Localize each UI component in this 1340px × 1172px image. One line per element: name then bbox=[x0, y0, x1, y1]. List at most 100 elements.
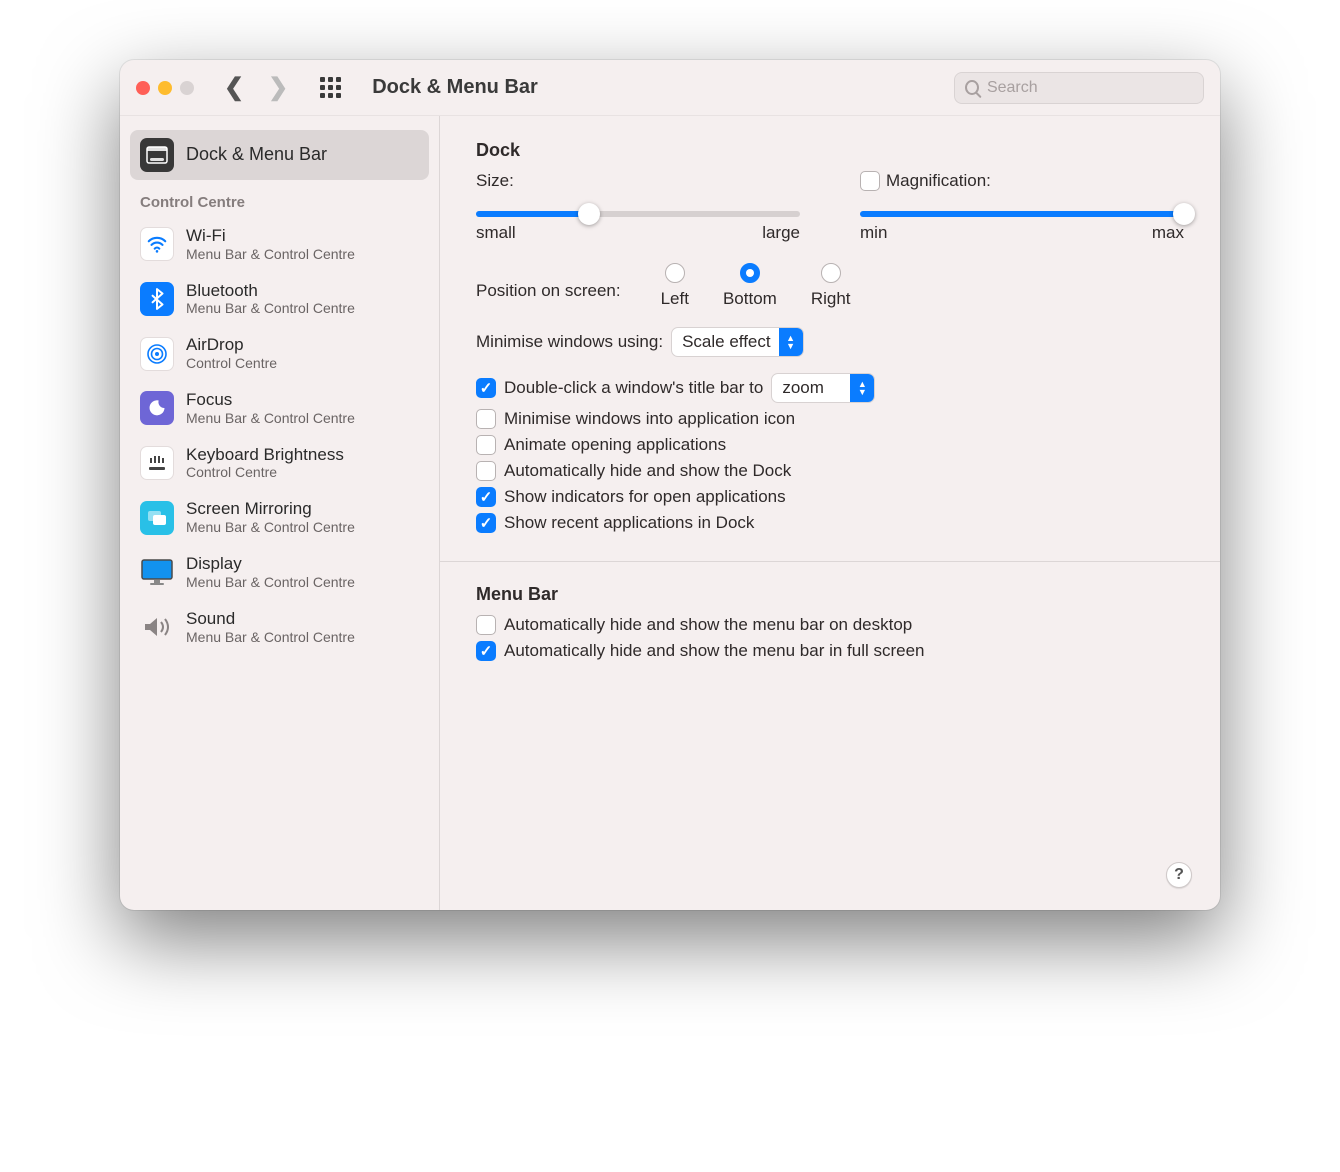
sidebar-item-bluetooth[interactable]: BluetoothMenu Bar & Control Centre bbox=[130, 272, 429, 327]
radio-button[interactable] bbox=[665, 263, 685, 283]
airdrop-icon bbox=[140, 337, 174, 371]
sidebar-item-airdrop[interactable]: AirDropControl Centre bbox=[130, 326, 429, 381]
bluetooth-icon bbox=[140, 282, 174, 316]
sidebar-item-display[interactable]: DisplayMenu Bar & Control Centre bbox=[130, 545, 429, 600]
dock-option-row: Show indicators for open applications bbox=[476, 487, 1184, 507]
sidebar-item-subtitle: Menu Bar & Control Centre bbox=[186, 410, 355, 426]
help-button[interactable]: ? bbox=[1166, 862, 1192, 888]
option-label: Automatically hide and show the menu bar… bbox=[504, 615, 912, 635]
back-button[interactable]: ❮ bbox=[224, 73, 244, 102]
sidebar-section-header: Control Centre bbox=[130, 180, 429, 217]
option-label: Automatically hide and show the menu bar… bbox=[504, 641, 925, 661]
checkbox[interactable] bbox=[476, 487, 496, 507]
option-label: Show recent applications in Dock bbox=[504, 513, 754, 533]
search-icon bbox=[965, 80, 979, 95]
magnification-label: Magnification: bbox=[886, 171, 991, 191]
sidebar-item-sound[interactable]: SoundMenu Bar & Control Centre bbox=[130, 600, 429, 655]
sidebar-item-title: Focus bbox=[186, 391, 355, 410]
mirror-icon bbox=[140, 501, 174, 535]
sidebar-item-title: AirDrop bbox=[186, 336, 277, 355]
minimize-button[interactable] bbox=[158, 81, 172, 95]
size-max-label: large bbox=[762, 223, 800, 243]
checkbox[interactable] bbox=[476, 435, 496, 455]
option-label: Animate opening applications bbox=[504, 435, 726, 455]
checkbox[interactable] bbox=[476, 641, 496, 661]
close-button[interactable] bbox=[136, 81, 150, 95]
window-title: Dock & Menu Bar bbox=[372, 76, 538, 99]
sidebar-item-dock-menu-bar[interactable]: Dock & Menu Bar bbox=[130, 130, 429, 180]
menubar-option-row: Automatically hide and show the menu bar… bbox=[476, 615, 1184, 635]
checkbox[interactable] bbox=[476, 513, 496, 533]
size-slider-block: Size: small large bbox=[476, 171, 800, 243]
radio-label: Bottom bbox=[723, 289, 777, 309]
radio-button[interactable] bbox=[740, 263, 760, 283]
magnification-min-label: min bbox=[860, 223, 887, 243]
dock-section-title: Dock bbox=[476, 140, 1184, 161]
size-slider-thumb[interactable] bbox=[578, 203, 600, 225]
sidebar-item-title: Bluetooth bbox=[186, 282, 355, 301]
sidebar: Dock & Menu Bar Control Centre Wi-FiMenu… bbox=[120, 116, 440, 910]
sidebar-item-label: Dock & Menu Bar bbox=[186, 145, 327, 165]
sidebar-item-screen-mirroring[interactable]: Screen MirroringMenu Bar & Control Centr… bbox=[130, 490, 429, 545]
checkbox[interactable] bbox=[476, 615, 496, 635]
checkbox[interactable] bbox=[476, 461, 496, 481]
position-label: Position on screen: bbox=[476, 263, 621, 301]
sidebar-item-title: Keyboard Brightness bbox=[186, 446, 344, 465]
window-controls bbox=[136, 81, 194, 95]
sidebar-item-keyboard-brightness[interactable]: Keyboard BrightnessControl Centre bbox=[130, 436, 429, 491]
sidebar-item-subtitle: Menu Bar & Control Centre bbox=[186, 300, 355, 316]
titlebar: ❮ ❯ Dock & Menu Bar bbox=[120, 60, 1220, 116]
sidebar-item-title: Display bbox=[186, 555, 355, 574]
focus-icon bbox=[140, 391, 174, 425]
sidebar-item-focus[interactable]: FocusMenu Bar & Control Centre bbox=[130, 381, 429, 436]
sidebar-item-title: Sound bbox=[186, 610, 355, 629]
minimise-using-select[interactable]: Scale effect ▲▼ bbox=[671, 327, 804, 357]
magnification-max-label: max bbox=[1152, 223, 1184, 243]
sidebar-item-subtitle: Control Centre bbox=[186, 464, 344, 480]
zoom-button[interactable] bbox=[180, 81, 194, 95]
sidebar-item-subtitle: Menu Bar & Control Centre bbox=[186, 246, 355, 262]
magnification-checkbox[interactable] bbox=[860, 171, 880, 191]
dock-option-row: Minimise windows into application icon bbox=[476, 409, 1184, 429]
show-all-preferences-button[interactable] bbox=[320, 77, 342, 99]
double-click-select[interactable]: zoom ▲▼ bbox=[771, 373, 875, 403]
menubar-section-title: Menu Bar bbox=[476, 584, 1184, 605]
search-input[interactable] bbox=[987, 79, 1193, 97]
radio-label: Right bbox=[811, 289, 851, 309]
magnification-slider-block: Magnification: min max bbox=[860, 171, 1184, 243]
sidebar-item-wi-fi[interactable]: Wi-FiMenu Bar & Control Centre bbox=[130, 217, 429, 272]
sidebar-item-subtitle: Control Centre bbox=[186, 355, 277, 371]
checkbox[interactable] bbox=[476, 409, 496, 429]
sidebar-item-title: Screen Mirroring bbox=[186, 500, 355, 519]
preferences-window: ❮ ❯ Dock & Menu Bar Dock & Menu Bar Cont… bbox=[120, 60, 1220, 910]
display-icon bbox=[140, 555, 174, 589]
position-option-right[interactable]: Right bbox=[811, 263, 851, 309]
dock-option-row: Show recent applications in Dock bbox=[476, 513, 1184, 533]
position-option-bottom[interactable]: Bottom bbox=[723, 263, 777, 309]
double-click-value: zoom bbox=[782, 378, 842, 398]
magnification-slider-thumb[interactable] bbox=[1173, 203, 1195, 225]
sidebar-item-subtitle: Menu Bar & Control Centre bbox=[186, 574, 355, 590]
magnification-slider[interactable] bbox=[860, 211, 1184, 217]
sidebar-item-title: Wi-Fi bbox=[186, 227, 355, 246]
wifi-icon bbox=[140, 227, 174, 261]
search-field[interactable] bbox=[954, 72, 1204, 104]
double-click-checkbox[interactable] bbox=[476, 378, 496, 398]
radio-label: Left bbox=[661, 289, 689, 309]
stepper-icon: ▲▼ bbox=[779, 328, 803, 356]
dock-option-row: Automatically hide and show the Dock bbox=[476, 461, 1184, 481]
size-slider[interactable] bbox=[476, 211, 800, 217]
menubar-option-row: Automatically hide and show the menu bar… bbox=[476, 641, 1184, 661]
sidebar-item-subtitle: Menu Bar & Control Centre bbox=[186, 629, 355, 645]
option-label: Automatically hide and show the Dock bbox=[504, 461, 791, 481]
forward-button[interactable]: ❯ bbox=[268, 73, 288, 102]
size-min-label: small bbox=[476, 223, 516, 243]
minimise-using-label: Minimise windows using: bbox=[476, 332, 663, 352]
size-label: Size: bbox=[476, 171, 514, 191]
minimise-using-value: Scale effect bbox=[682, 332, 771, 352]
sidebar-item-subtitle: Menu Bar & Control Centre bbox=[186, 519, 355, 535]
position-option-left[interactable]: Left bbox=[661, 263, 689, 309]
sound-icon bbox=[140, 610, 174, 644]
stepper-icon: ▲▼ bbox=[850, 374, 874, 402]
radio-button[interactable] bbox=[821, 263, 841, 283]
